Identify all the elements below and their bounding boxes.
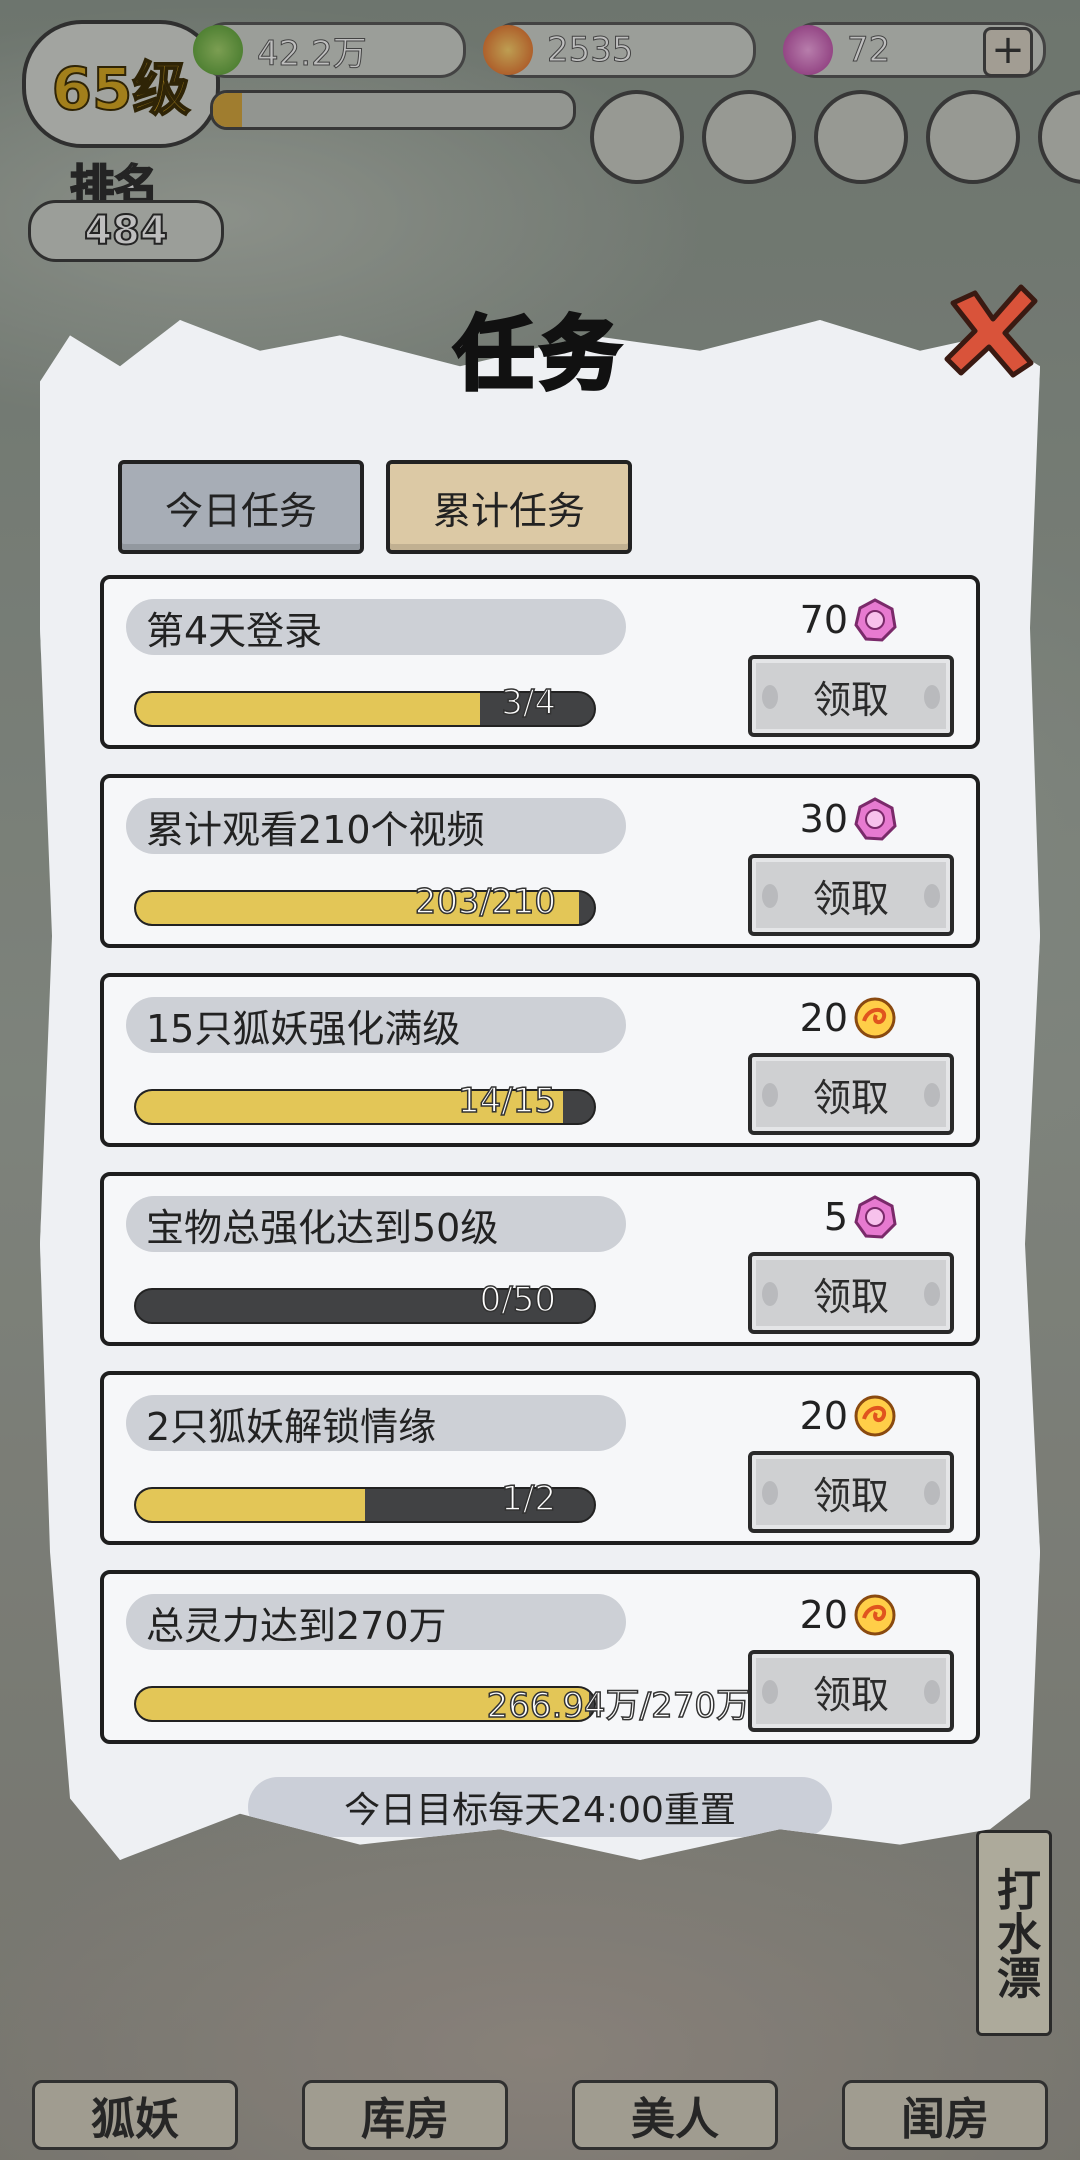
gold-coin-icon	[854, 1594, 896, 1636]
task-item: 宝物总强化达到50级 0/50 5 领取	[100, 1172, 980, 1346]
task-progress-text: 0/50	[479, 1279, 557, 1321]
task-progress-text: 3/4	[501, 682, 557, 724]
task-progress-text: 203/210	[414, 881, 557, 923]
task-name: 总灵力达到270万	[126, 1594, 626, 1650]
gold-coin-icon	[854, 997, 896, 1039]
reward-amount: 30	[799, 797, 848, 841]
close-button[interactable]	[930, 270, 1050, 390]
pink-gem-icon	[854, 1195, 897, 1239]
task-reward: 20	[800, 1590, 898, 1640]
task-item: 第4天登录 3/4 70 领取	[100, 575, 980, 749]
gold-coin-icon	[854, 1395, 896, 1437]
task-item: 15只狐妖强化满级 14/15 20 领取	[100, 973, 980, 1147]
pink-gem-icon	[854, 598, 897, 642]
reward-amount: 5	[823, 1195, 848, 1239]
claim-button[interactable]: 领取	[748, 854, 954, 936]
reset-note: 今日目标每天24:00重置	[248, 1777, 832, 1837]
task-dialog: 今日任务 累计任务 第4天登录 3/4 70 领取 累计观看210个视频 203…	[40, 280, 1040, 1860]
pink-gem-icon	[854, 797, 897, 841]
task-name: 15只狐妖强化满级	[126, 997, 626, 1053]
task-reward: 70	[800, 595, 898, 645]
reward-amount: 20	[799, 1394, 848, 1438]
reward-amount: 20	[799, 1593, 848, 1637]
close-icon	[944, 284, 1038, 378]
task-name: 2只狐妖解锁情缘	[126, 1395, 626, 1451]
task-name: 累计观看210个视频	[126, 798, 626, 854]
task-progress-text: 1/2	[501, 1478, 557, 1520]
task-list: 第4天登录 3/4 70 领取 累计观看210个视频 203/210 30 领取	[100, 575, 980, 1769]
task-reward: 30	[800, 794, 898, 844]
task-reward: 20	[800, 993, 898, 1043]
tab-daily-tasks[interactable]: 今日任务	[118, 460, 364, 554]
task-progress-text: 266.94万/270万	[486, 1685, 751, 1727]
task-tabs: 今日任务 累计任务	[118, 460, 632, 554]
claim-button[interactable]: 领取	[748, 1252, 954, 1334]
task-reward: 20	[800, 1391, 898, 1441]
reward-amount: 70	[799, 598, 848, 642]
task-name: 第4天登录	[126, 599, 626, 655]
task-item: 总灵力达到270万 266.94万/270万 20 领取	[100, 1570, 980, 1744]
tab-cumulative-tasks[interactable]: 累计任务	[386, 460, 632, 554]
task-reward: 5	[824, 1192, 898, 1242]
dialog-parchment: 今日任务 累计任务 第4天登录 3/4 70 领取 累计观看210个视频 203…	[40, 320, 1040, 1860]
claim-button[interactable]: 领取	[748, 1451, 954, 1533]
task-progress-text: 14/15	[457, 1080, 556, 1122]
task-item: 2只狐妖解锁情缘 1/2 20 领取	[100, 1371, 980, 1545]
reward-amount: 20	[799, 996, 848, 1040]
dialog-title: 任务	[452, 306, 626, 403]
claim-button[interactable]: 领取	[748, 1053, 954, 1135]
task-item: 累计观看210个视频 203/210 30 领取	[100, 774, 980, 948]
task-name: 宝物总强化达到50级	[126, 1196, 626, 1252]
claim-button[interactable]: 领取	[748, 1650, 954, 1732]
claim-button[interactable]: 领取	[748, 655, 954, 737]
